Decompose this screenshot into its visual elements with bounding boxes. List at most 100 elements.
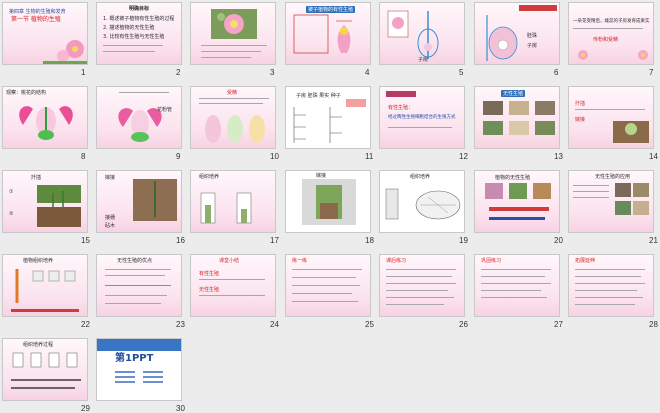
text-line [386,283,456,284]
slide-number: 21 [649,236,658,245]
text-line [575,269,645,270]
slide-title: 巩固练习 [481,258,502,264]
slide-thumbnail-20[interactable]: 植物的无性生殖 [474,170,560,233]
slide-thumbnail-25[interactable]: 练一练 [285,254,371,317]
slide-thumbnail-26[interactable]: 课后练习 [379,254,465,317]
slide-number: 28 [649,320,658,329]
text-line [201,51,261,52]
slide-thumbnail-5[interactable]: 子房 [379,2,465,65]
diagram-label: 子房 [527,43,538,49]
slide-number: 14 [649,152,658,161]
slide-title: 第一节 植物的生殖 [11,16,61,23]
diagram [200,192,252,224]
slide-title: 拓展延伸 [575,258,596,264]
title-banner [386,91,416,97]
slide-text: 3. 比较有性生殖与无性生殖 [103,34,165,40]
text-line [105,295,167,296]
text-line [481,290,541,291]
text-line [575,283,645,284]
diagram [385,188,461,220]
slide-thumbnail-18[interactable]: 嫁接 [285,170,371,233]
slide-thumbnail-24[interactable]: 课堂小结 有性生殖 无性生殖 [190,254,276,317]
slide-thumbnail-1[interactable]: 第四章 生物的生殖和发育 第一节 植物的生殖 [2,2,88,65]
slide-thumbnail-15[interactable]: 扦插 ① ② [2,170,88,233]
slide-thumbnail-3[interactable] [190,2,276,65]
slide-thumbnail-7[interactable]: 一朵花受精后，雌蕊的子房发育成果实 传粉和受精 [568,2,654,65]
slide-thumbnail-14[interactable]: 扦插 嫁接 [568,86,654,149]
slide-number: 5 [459,68,464,77]
slide-number: 30 [176,404,185,413]
slide-number: 3 [270,68,275,77]
slide-number: 7 [649,68,654,77]
slide-thumbnail-17[interactable]: 组织培养 [190,170,276,233]
diagram [205,115,265,143]
slide-thumbnail-4[interactable]: 被子植物的有性生殖 [285,2,371,65]
slide-number: 24 [270,320,279,329]
slide-subtitle: 有性生殖： [388,105,414,111]
slide-thumbnail-16[interactable]: 嫁接 接穗 砧木 [96,170,182,233]
slide-subtitle: 第四章 生物的生殖和发育 [9,9,66,15]
text-line [201,57,251,58]
slide-title: 嫁接 [316,173,327,179]
diagram [486,15,518,61]
text-line [575,304,635,305]
slide-text: 无性生殖 [199,287,220,293]
slide-number: 16 [176,236,185,245]
slide-thumbnail-8[interactable]: 观察：桃花的结构 [2,86,88,149]
slide-thumbnail-13[interactable]: 无性生殖 [474,86,560,149]
slide-thumbnail-2[interactable]: 明确目标 1. 概述被子植物有性生殖的过程 2. 描述植物的无性生殖 3. 比较… [96,2,182,65]
flower-diagram [19,106,73,140]
flower-art [578,50,648,60]
slide-number: 11 [365,152,374,161]
text-line [386,297,454,298]
text-line [201,45,267,46]
slide-number: 17 [270,236,279,245]
slide-thumbnail-23[interactable]: 无性生殖的优点 [96,254,182,317]
text-line [386,276,452,277]
text-line [105,275,165,276]
slide-title: 课堂小结 [219,258,240,264]
photo-grid [615,183,649,215]
diagram-label: 子房 [418,57,429,63]
plant-photos [37,185,81,227]
slide-number: 25 [365,320,374,329]
text-line [105,285,171,286]
slide-number: 18 [365,236,374,245]
text-line [481,269,551,270]
slide-title: 练一练 [292,258,308,264]
slide-thumbnail-11[interactable]: 子房 胚珠 果实 种子 [285,86,371,149]
slide-thumbnail-21[interactable]: 无性生殖的应用 [568,170,654,233]
photo [302,179,356,225]
slide-thumbnail-28[interactable]: 拓展延伸 [568,254,654,317]
text-line [103,51,155,52]
slide-thumbnail-27[interactable]: 巩固练习 [474,254,560,317]
slide-title: 组织培养 [410,174,431,180]
slide-number: 4 [365,68,370,77]
slide-thumbnail-12[interactable]: 有性生殖： 经过两性生殖细胞结合的生殖方式 [379,86,465,149]
slide-thumbnail-6[interactable]: 胚珠 子房 [474,2,560,65]
slide-thumbnail-10[interactable]: 受精 [190,86,276,149]
text-line [292,277,356,278]
slide-number: 22 [81,320,90,329]
slide-thumbnail-29[interactable]: 组织培养过程 [2,338,88,401]
diagram [387,10,439,59]
text-line [103,45,163,46]
text-line [386,290,448,291]
slide-number: 26 [459,320,468,329]
slide-number: 9 [176,152,181,161]
slide-thumbnail-30[interactable]: 第1PPT [96,338,182,401]
slide-number: 2 [176,68,181,77]
slide-thumbnail-22[interactable]: 植物组织培养 [2,254,88,317]
slide-number: 13 [554,152,563,161]
text-line [481,297,547,298]
diagram [11,269,79,312]
text-line [292,293,352,294]
flower-photo [211,9,257,39]
slide-thumbnail-19[interactable]: 组织培养 [379,170,465,233]
slide-thumbnail-9[interactable]: 花粉管 [96,86,182,149]
text-line [292,269,362,270]
slide-number: 15 [81,236,90,245]
slide-number: 8 [81,152,86,161]
text-line [481,283,551,284]
slide-title: 课后练习 [386,258,407,264]
